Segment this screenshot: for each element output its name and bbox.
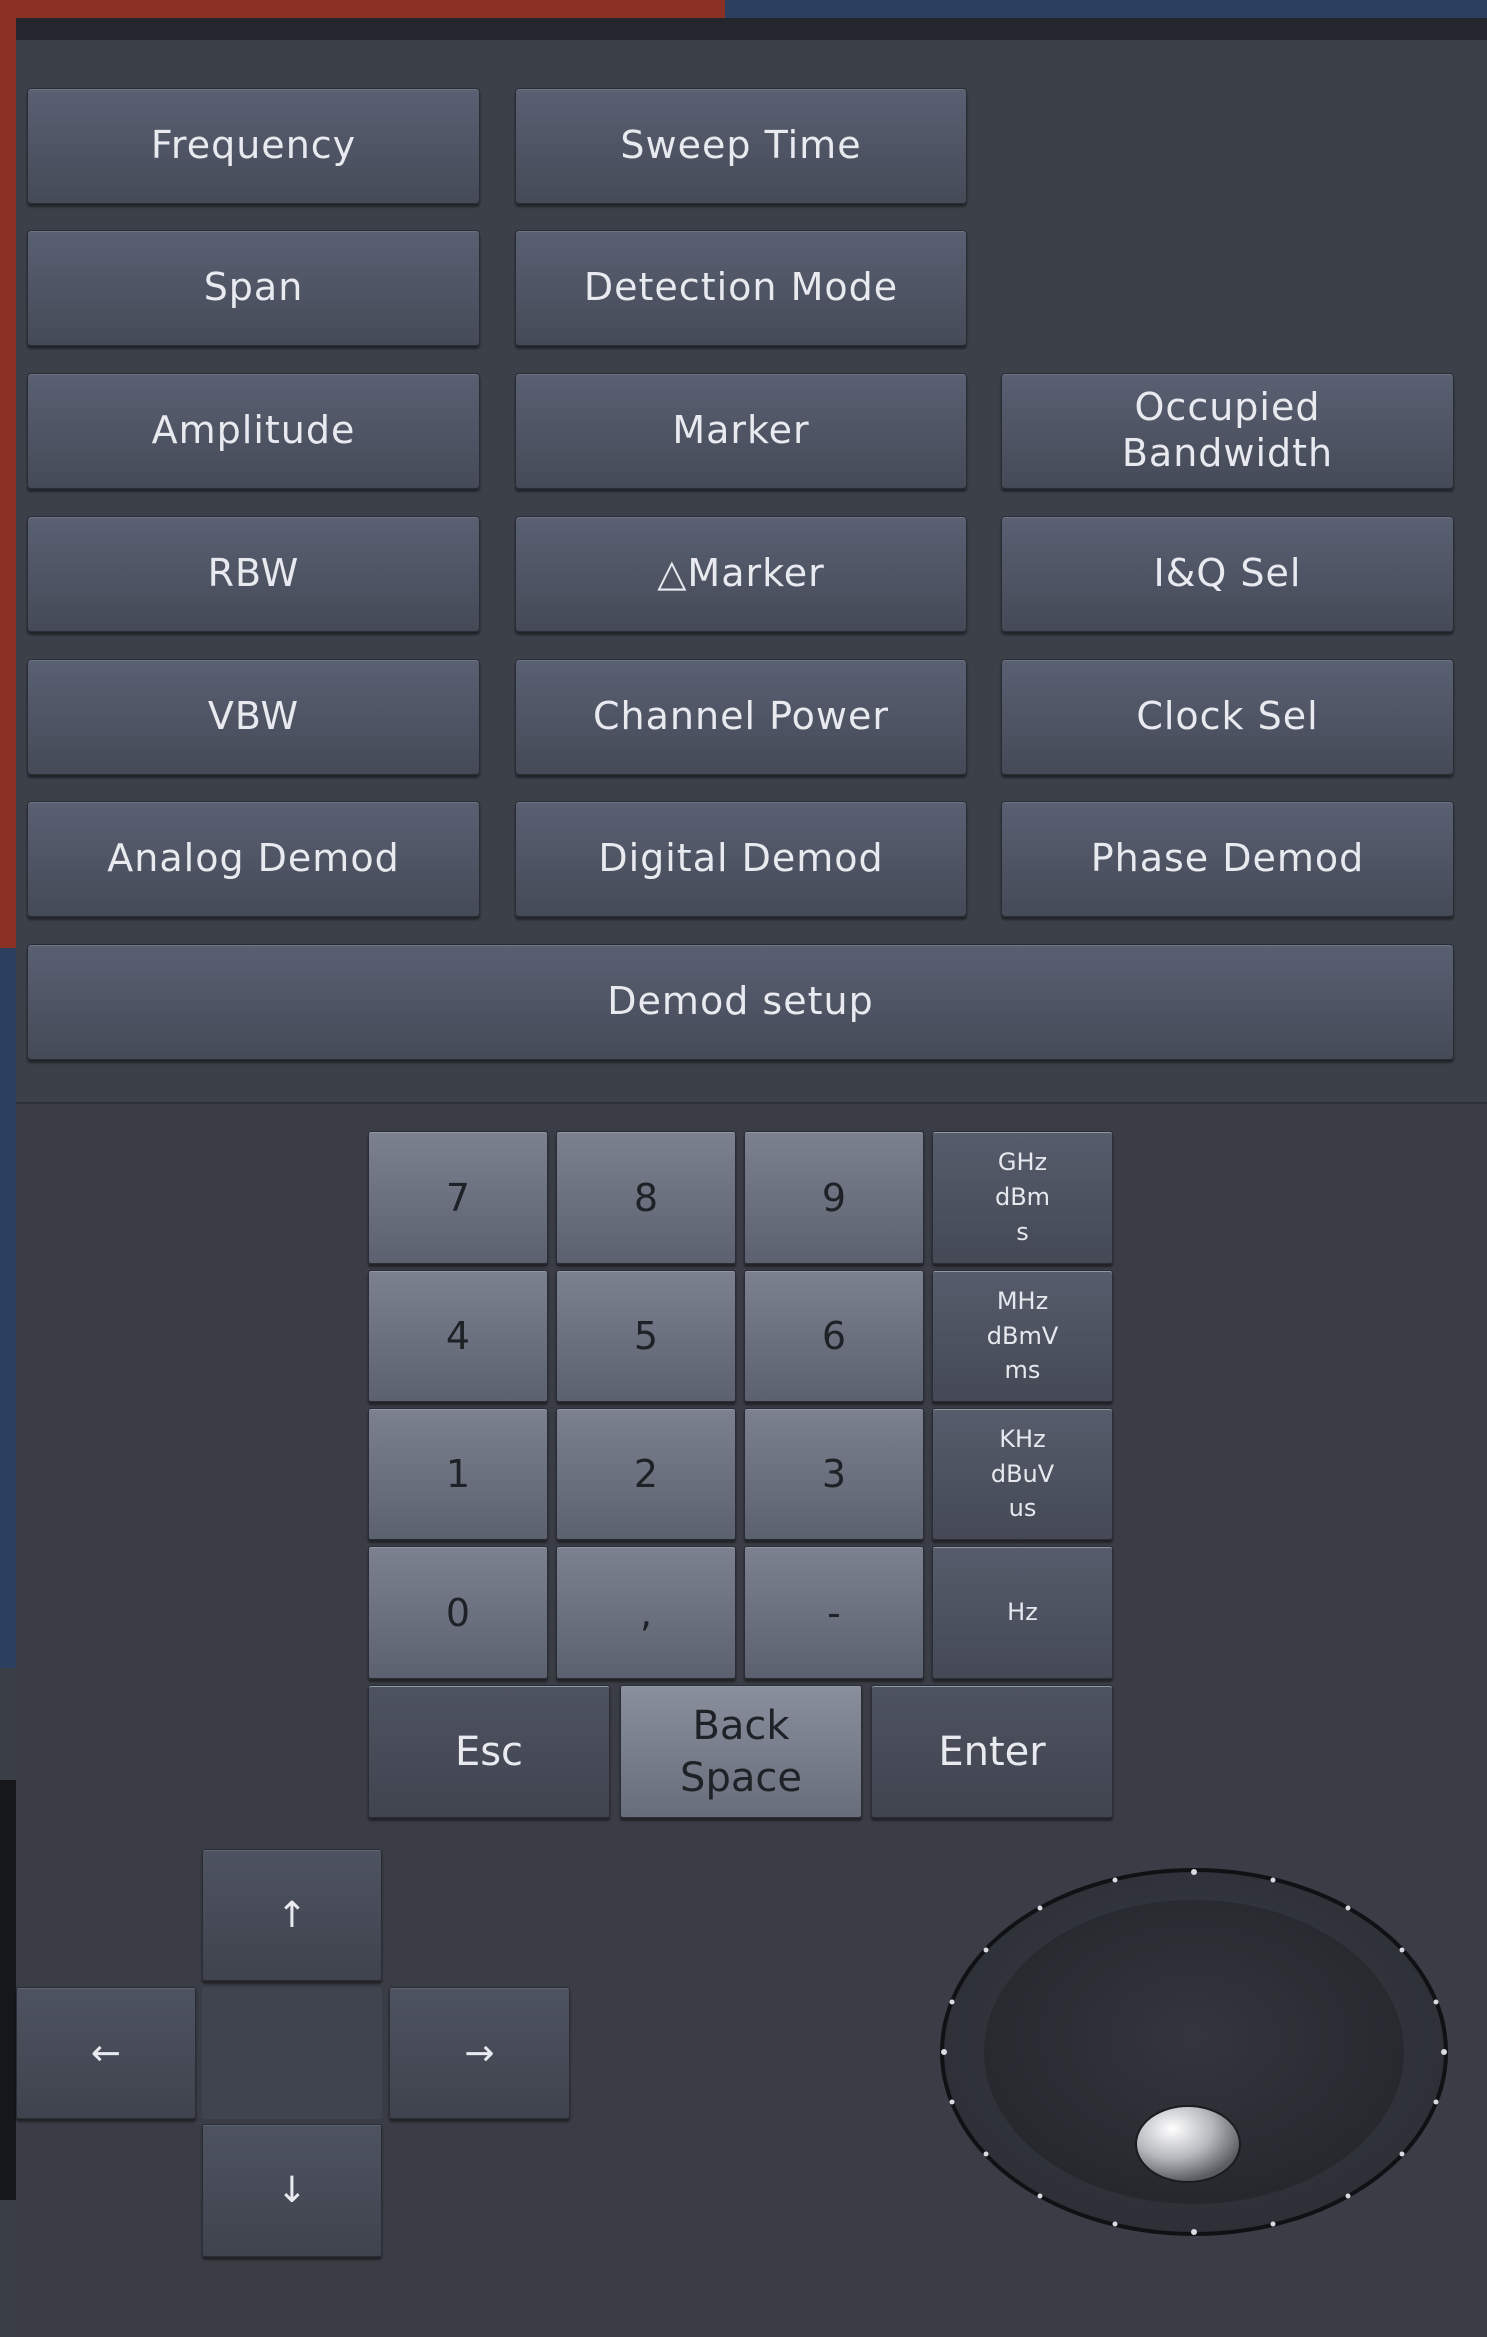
vbw-button[interactable]: VBW [27, 659, 480, 775]
arrow-left-icon: ← [90, 2032, 122, 2074]
detection-mode-button[interactable]: Detection Mode [515, 230, 967, 346]
arrow-pad-center [202, 1987, 382, 2119]
left-edge-blue [0, 948, 16, 1668]
occupied-bandwidth-button[interactable]: Occupied Bandwidth [1001, 373, 1454, 489]
background-strip-blue [725, 0, 1487, 18]
frequency-button[interactable]: Frequency [27, 88, 480, 204]
clock-sel-button[interactable]: Clock Sel [1001, 659, 1454, 775]
sweep-time-button[interactable]: Sweep Time [515, 88, 967, 204]
key-0[interactable]: 0 [368, 1546, 548, 1679]
key-9[interactable]: 9 [744, 1131, 924, 1264]
delta-marker-button[interactable]: △Marker [515, 516, 967, 632]
key-5[interactable]: 5 [556, 1270, 736, 1402]
trackball-dial[interactable] [938, 1866, 1450, 2238]
top-bar [0, 18, 1487, 40]
marker-button[interactable]: Marker [515, 373, 967, 489]
key-7[interactable]: 7 [368, 1131, 548, 1264]
enter-key[interactable]: Enter [871, 1685, 1113, 1818]
backspace-key[interactable]: Back Space [620, 1685, 862, 1818]
analog-demod-button[interactable]: Analog Demod [27, 801, 480, 917]
rbw-button[interactable]: RBW [27, 516, 480, 632]
key-8[interactable]: 8 [556, 1131, 736, 1264]
left-edge-red [0, 18, 16, 948]
arrow-up-icon: ↑ [276, 1894, 308, 1936]
key-1[interactable]: 1 [368, 1408, 548, 1540]
amplitude-button[interactable]: Amplitude [27, 373, 480, 489]
span-button[interactable]: Span [27, 230, 480, 346]
key-comma[interactable]: , [556, 1546, 736, 1679]
unit-hz-key[interactable]: Hz [932, 1546, 1113, 1679]
arrow-up-button[interactable]: ↑ [202, 1849, 382, 1981]
demod-setup-button[interactable]: Demod setup [27, 944, 1454, 1060]
digital-demod-button[interactable]: Digital Demod [515, 801, 967, 917]
key-minus[interactable]: - [744, 1546, 924, 1679]
arrow-down-button[interactable]: ↓ [202, 2124, 382, 2257]
key-3[interactable]: 3 [744, 1408, 924, 1540]
arrow-left-button[interactable]: ← [16, 1987, 196, 2119]
unit-mhz-key[interactable]: MHz dBmV ms [932, 1270, 1113, 1402]
unit-ghz-key[interactable]: GHz dBm s [932, 1131, 1113, 1264]
arrow-down-icon: ↓ [276, 2170, 308, 2211]
key-6[interactable]: 6 [744, 1270, 924, 1402]
arrow-right-icon: → [464, 2032, 495, 2074]
phase-demod-button[interactable]: Phase Demod [1001, 801, 1454, 917]
esc-key[interactable]: Esc [368, 1685, 610, 1818]
left-edge-dark [0, 1780, 16, 2200]
unit-khz-key[interactable]: KHz dBuV us [932, 1408, 1113, 1540]
key-4[interactable]: 4 [368, 1270, 548, 1402]
background-strip-red [0, 0, 725, 18]
arrow-right-button[interactable]: → [389, 1987, 570, 2119]
dial-knob[interactable] [1135, 2105, 1241, 2183]
key-2[interactable]: 2 [556, 1408, 736, 1540]
iq-sel-button[interactable]: I&Q Sel [1001, 516, 1454, 632]
channel-power-button[interactable]: Channel Power [515, 659, 967, 775]
